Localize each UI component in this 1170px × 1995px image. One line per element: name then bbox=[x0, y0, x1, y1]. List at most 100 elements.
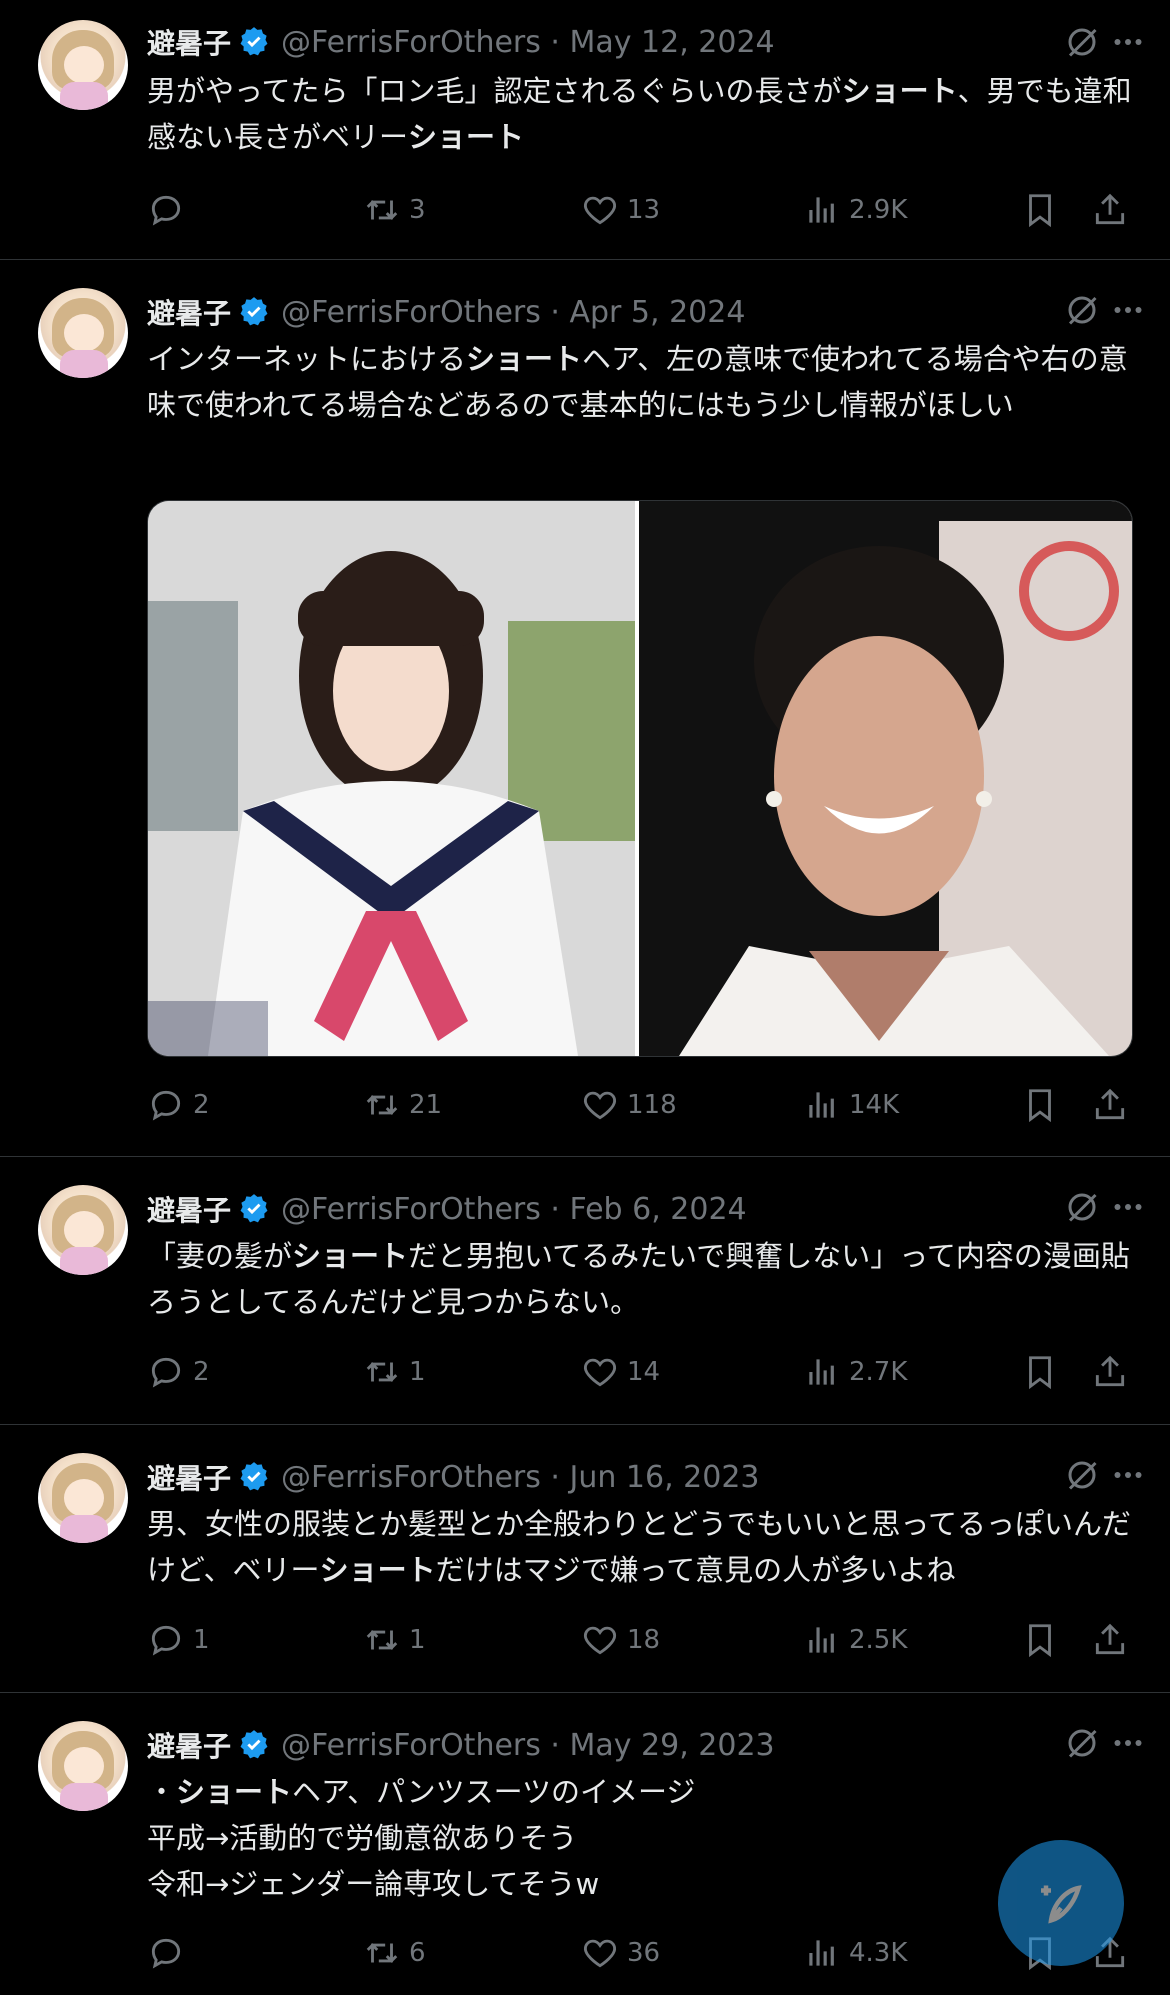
tweet-text-segment: ・ bbox=[147, 1775, 177, 1809]
retweet-button[interactable]: 1 bbox=[363, 1347, 426, 1397]
reply-button[interactable] bbox=[147, 185, 193, 235]
tweet[interactable]: 避暑子 @FerrisForOthers · Apr 5, 2024 インターネ… bbox=[0, 260, 1170, 1157]
tweet[interactable]: 避暑子 @FerrisForOthers · May 12, 2024 男がやっ… bbox=[0, 0, 1170, 260]
tweet-header: 避暑子 @FerrisForOthers · Jun 16, 2023 bbox=[147, 1455, 760, 1499]
more-options-icon[interactable] bbox=[1110, 1457, 1146, 1493]
reply-icon bbox=[151, 1938, 181, 1969]
like-button[interactable]: 36 bbox=[581, 1928, 660, 1978]
share-button[interactable] bbox=[1091, 1080, 1137, 1130]
avatar[interactable] bbox=[38, 288, 128, 378]
reply-count: 1 bbox=[193, 1625, 210, 1655]
heart-icon bbox=[583, 196, 617, 225]
like-button[interactable]: 14 bbox=[581, 1347, 660, 1397]
reply-button[interactable]: 2 bbox=[147, 1080, 210, 1130]
tweet[interactable]: 避暑子 @FerrisForOthers · May 29, 2023 ・ショー… bbox=[0, 1693, 1170, 1995]
short-hair-woman-photo bbox=[639, 501, 1132, 1056]
reply-button[interactable] bbox=[147, 1928, 193, 1978]
like-button[interactable]: 18 bbox=[581, 1615, 660, 1665]
views-button[interactable]: 2.9K bbox=[803, 185, 907, 235]
tweet-actions: 2 1 14 2.7K bbox=[147, 1347, 1137, 1397]
grok-icon[interactable] bbox=[1064, 1457, 1100, 1493]
like-button[interactable]: 118 bbox=[581, 1080, 677, 1130]
handle-and-date[interactable]: @FerrisForOthers · Jun 16, 2023 bbox=[281, 1460, 759, 1495]
tweet-text: 男、女性の服装とか髪型とか全般わりとどうでもいいと思ってるっぽいんだけど、ベリー… bbox=[147, 1501, 1137, 1593]
avatar[interactable] bbox=[38, 1453, 128, 1543]
verified-icon bbox=[240, 27, 268, 56]
tweet-media[interactable] bbox=[147, 500, 1133, 1057]
view-count: 2.7K bbox=[849, 1357, 908, 1387]
display-name[interactable]: 避暑子 bbox=[147, 1725, 231, 1765]
share-icon bbox=[1095, 1088, 1125, 1120]
tweet-actions: 2 21 118 14K bbox=[147, 1080, 1137, 1130]
schoolgirl-photo bbox=[148, 501, 635, 1056]
reply-button[interactable]: 1 bbox=[147, 1615, 210, 1665]
bookmark-icon bbox=[1029, 194, 1051, 228]
highlighted-term: ショート bbox=[466, 342, 583, 376]
more-options-icon[interactable] bbox=[1110, 1189, 1146, 1225]
share-button[interactable] bbox=[1091, 185, 1137, 235]
tweet[interactable]: 避暑子 @FerrisForOthers · Feb 6, 2024 「妻の髪が… bbox=[0, 1157, 1170, 1425]
more-options-icon[interactable] bbox=[1110, 1725, 1146, 1761]
like-button[interactable]: 13 bbox=[581, 185, 660, 235]
bookmark-button[interactable] bbox=[1021, 1347, 1067, 1397]
like-count: 13 bbox=[627, 195, 661, 225]
tweet-actions: 3 13 2.9K bbox=[147, 185, 1137, 235]
retweet-button[interactable]: 6 bbox=[363, 1928, 426, 1978]
compose-post-button[interactable] bbox=[998, 1840, 1124, 1966]
views-button[interactable]: 2.5K bbox=[803, 1615, 907, 1665]
tweet[interactable]: 避暑子 @FerrisForOthers · Jun 16, 2023 男、女性… bbox=[0, 1425, 1170, 1693]
verified-icon bbox=[240, 297, 268, 326]
share-button[interactable] bbox=[1091, 1615, 1137, 1665]
grok-icon[interactable] bbox=[1064, 1725, 1100, 1761]
display-name[interactable]: 避暑子 bbox=[147, 1457, 231, 1497]
retweet-count: 21 bbox=[409, 1090, 443, 1120]
handle-and-date[interactable]: @FerrisForOthers · Apr 5, 2024 bbox=[281, 295, 745, 330]
bookmark-icon bbox=[1029, 1089, 1051, 1123]
media-image-right[interactable] bbox=[635, 501, 1132, 1056]
more-options-icon[interactable] bbox=[1110, 24, 1146, 60]
retweet-button[interactable]: 3 bbox=[363, 185, 426, 235]
view-count: 4.3K bbox=[849, 1938, 908, 1968]
reply-icon bbox=[151, 1357, 181, 1388]
display-name[interactable]: 避暑子 bbox=[147, 22, 231, 62]
handle-and-date[interactable]: @FerrisForOthers · May 29, 2023 bbox=[281, 1728, 775, 1763]
media-image-left[interactable] bbox=[148, 501, 635, 1056]
share-icon bbox=[1095, 193, 1125, 225]
avatar[interactable] bbox=[38, 1721, 128, 1811]
retweet-button[interactable]: 1 bbox=[363, 1615, 426, 1665]
compose-feather-icon bbox=[1041, 1885, 1082, 1924]
views-button[interactable]: 4.3K bbox=[803, 1928, 907, 1978]
display-name[interactable]: 避暑子 bbox=[147, 1189, 231, 1229]
reply-icon bbox=[151, 1625, 181, 1656]
grok-icon[interactable] bbox=[1064, 292, 1100, 328]
bookmark-icon bbox=[1029, 1624, 1051, 1658]
more-options-icon[interactable] bbox=[1110, 292, 1146, 328]
highlighted-term: ショート bbox=[176, 1775, 293, 1809]
avatar[interactable] bbox=[38, 20, 128, 110]
highlighted-term: ショート bbox=[841, 74, 958, 108]
views-button[interactable]: 14K bbox=[803, 1080, 899, 1130]
share-button[interactable] bbox=[1091, 1347, 1137, 1397]
tweet-header: 避暑子 @FerrisForOthers · May 29, 2023 bbox=[147, 1723, 775, 1767]
share-icon bbox=[1095, 1623, 1125, 1655]
avatar[interactable] bbox=[38, 1185, 128, 1275]
handle-and-date[interactable]: @FerrisForOthers · May 12, 2024 bbox=[281, 25, 775, 60]
bookmark-button[interactable] bbox=[1021, 1080, 1067, 1130]
retweet-button[interactable]: 21 bbox=[363, 1080, 442, 1130]
grok-icon[interactable] bbox=[1064, 1189, 1100, 1225]
tweet-text: インターネットにおけるショートヘア、左の意味で使われてる場合や右の意味で使われて… bbox=[147, 336, 1137, 428]
retweet-icon bbox=[366, 1362, 398, 1382]
like-count: 14 bbox=[627, 1357, 661, 1387]
views-icon bbox=[809, 197, 834, 223]
reply-button[interactable]: 2 bbox=[147, 1347, 210, 1397]
grok-icon[interactable] bbox=[1064, 24, 1100, 60]
retweet-icon bbox=[366, 200, 398, 220]
display-name[interactable]: 避暑子 bbox=[147, 292, 231, 332]
views-button[interactable]: 2.7K bbox=[803, 1347, 907, 1397]
like-count: 118 bbox=[627, 1090, 677, 1120]
tweet-text: 男がやってたら「ロン毛」認定されるぐらいの長さがショート、男でも違和感ない長さが… bbox=[147, 68, 1137, 160]
highlighted-term: ショート bbox=[408, 120, 525, 154]
bookmark-button[interactable] bbox=[1021, 1615, 1067, 1665]
bookmark-button[interactable] bbox=[1021, 185, 1067, 235]
handle-and-date[interactable]: @FerrisForOthers · Feb 6, 2024 bbox=[281, 1192, 747, 1227]
